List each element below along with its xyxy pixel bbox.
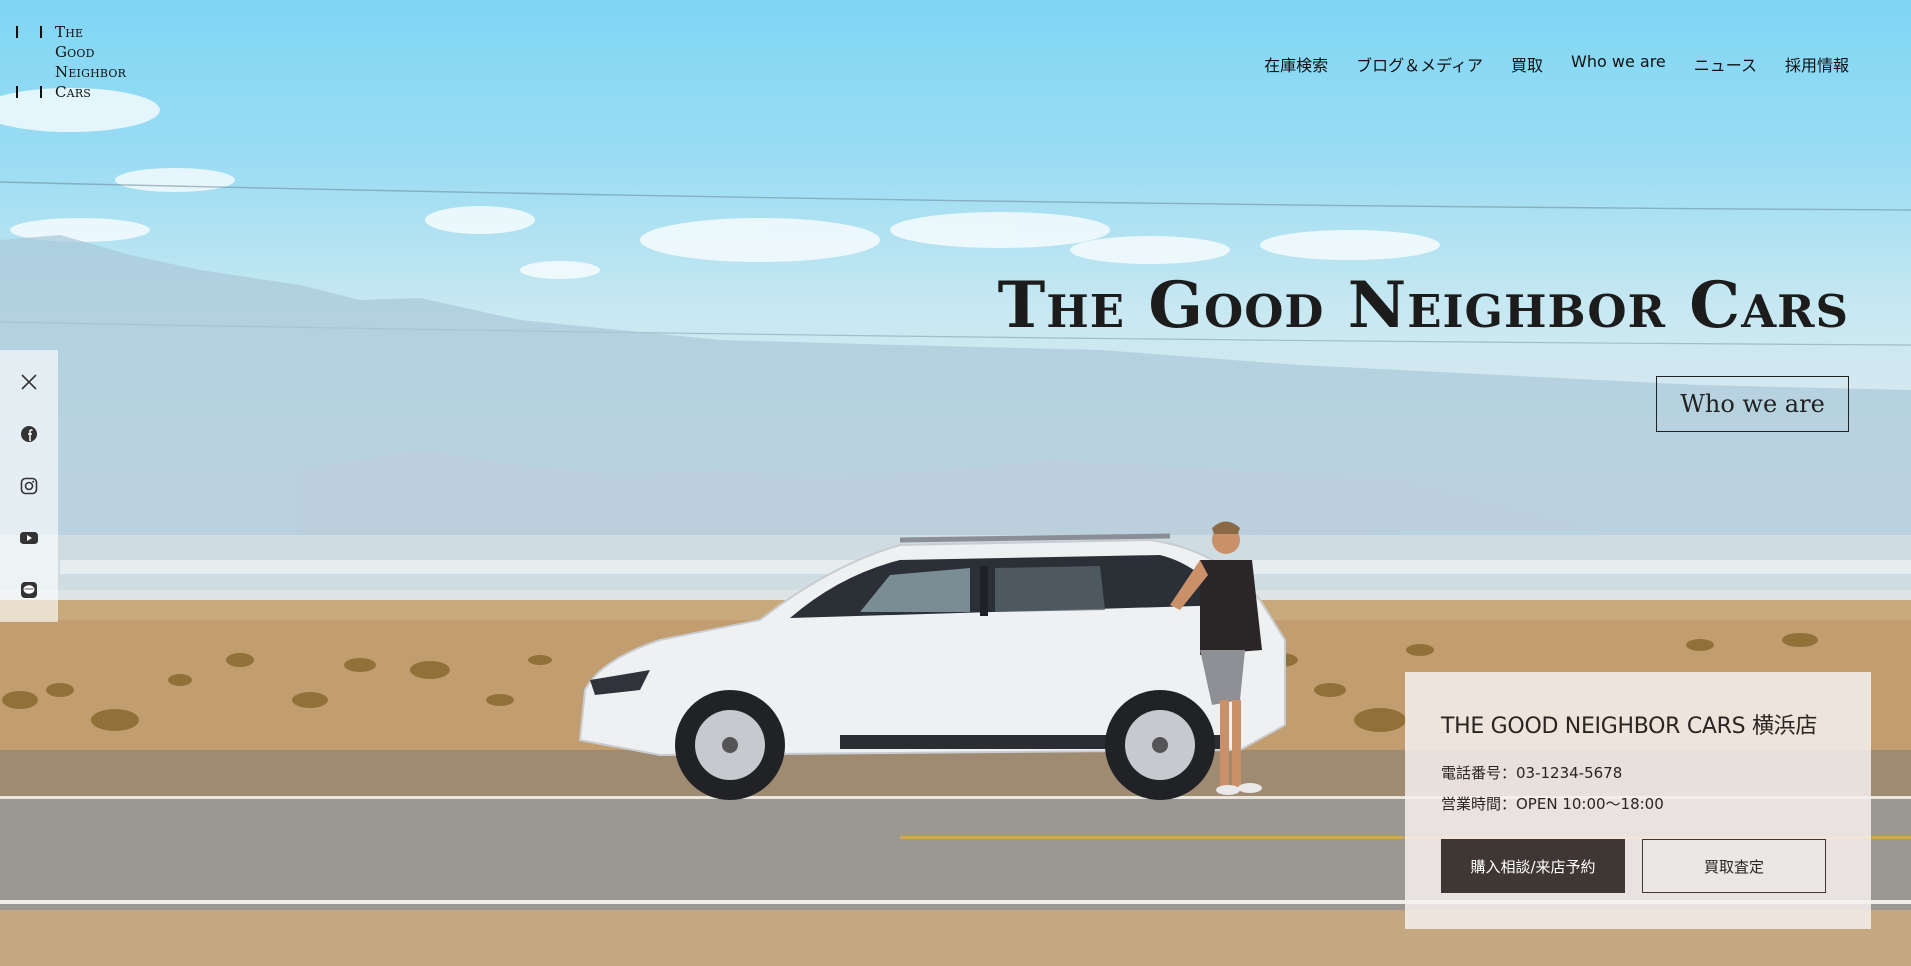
social-sidebar (0, 350, 58, 622)
line-icon[interactable] (18, 579, 40, 601)
store-info-card: THE GOOD NEIGHBOR CARS 横浜店 電話番号：03-1234-… (1405, 672, 1871, 929)
store-phone: 電話番号：03-1234-5678 (1441, 764, 1623, 782)
who-we-are-button[interactable]: Who we are (1656, 376, 1849, 432)
hero-title: The Good Neighbor Cars (997, 268, 1849, 343)
logo-line: Cars (55, 83, 92, 101)
instagram-icon[interactable] (18, 475, 40, 497)
logo-mark (40, 26, 42, 38)
logo-text: The Good Neighbor Cars (55, 22, 126, 102)
store-hours: 営業時間：OPEN 10:00〜18:00 (1441, 795, 1664, 813)
logo-line: Good (55, 43, 95, 61)
logo-mark (40, 86, 42, 98)
reservation-button[interactable]: 購入相談/来店予約 (1441, 839, 1625, 893)
nav-item-buyback[interactable]: 買取 (1511, 52, 1543, 76)
store-name: THE GOOD NEIGHBOR CARS 横浜店 (1441, 714, 1818, 739)
main-nav: 在庫検索 ブログ＆メディア 買取 Who we are ニュース 採用情報 (1264, 52, 1849, 76)
logo-mark (16, 26, 18, 38)
site-logo[interactable]: The Good Neighbor Cars (14, 22, 144, 102)
x-icon[interactable] (18, 371, 40, 393)
facebook-icon[interactable] (18, 423, 40, 445)
nav-item-who-we-are[interactable]: Who we are (1571, 52, 1666, 76)
nav-item-recruit[interactable]: 採用情報 (1785, 52, 1849, 76)
nav-item-news[interactable]: ニュース (1694, 52, 1757, 76)
store-actions: 購入相談/来店予約 買取査定 (1441, 839, 1826, 893)
logo-line: Neighbor (55, 63, 127, 81)
nav-item-inventory[interactable]: 在庫検索 (1264, 52, 1328, 76)
logo-line: The (55, 23, 84, 41)
youtube-icon[interactable] (18, 527, 40, 549)
logo-mark (16, 86, 18, 98)
appraisal-button[interactable]: 買取査定 (1642, 839, 1826, 893)
nav-item-blog-media[interactable]: ブログ＆メディア (1356, 52, 1483, 76)
